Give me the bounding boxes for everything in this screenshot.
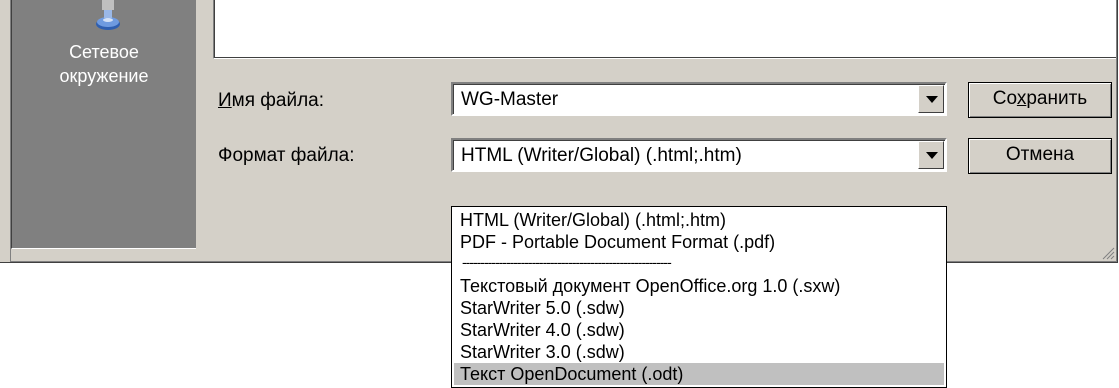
dropdown-item-starwriter4[interactable]: StarWriter 4.0 (.sdw) <box>454 319 944 341</box>
format-combobox[interactable]: HTML (Writer/Global) (.html;.htm) <box>451 138 947 172</box>
network-places-icon <box>88 0 128 34</box>
chevron-down-icon <box>926 96 938 103</box>
dropdown-item-html[interactable]: HTML (Writer/Global) (.html;.htm) <box>454 209 944 231</box>
format-dropdown-button[interactable] <box>918 141 944 169</box>
dropdown-item-pdf[interactable]: PDF - Portable Document Format (.pdf) <box>454 231 944 253</box>
dropdown-item-starwriter3[interactable]: StarWriter 3.0 (.sdw) <box>454 341 944 363</box>
format-label: Формат файла: <box>218 145 355 166</box>
dialog-left-border <box>0 0 11 262</box>
file-list-area[interactable] <box>213 0 1116 59</box>
places-bar: Сетевое окружение <box>11 0 196 249</box>
format-selected-value: HTML (Writer/Global) (.html;.htm) <box>461 145 742 166</box>
chevron-down-icon <box>926 152 938 159</box>
filename-label: Имя файла: <box>218 90 325 111</box>
filename-combobox[interactable]: WG-Master <box>451 82 947 116</box>
resize-grip-icon[interactable] <box>1101 246 1115 260</box>
dropdown-item-odt[interactable]: Текст OpenDocument (.odt) <box>454 363 944 385</box>
dropdown-item-starwriter5[interactable]: StarWriter 5.0 (.sdw) <box>454 297 944 319</box>
save-button[interactable]: Сохранить <box>968 82 1112 118</box>
places-item-network[interactable]: Сетевое окружение <box>12 0 196 120</box>
format-dropdown-list[interactable]: HTML (Writer/Global) (.html;.htm) PDF - … <box>451 206 947 388</box>
filename-input[interactable]: WG-Master <box>461 88 558 112</box>
places-item-label: Сетевое окружение <box>59 42 149 86</box>
separator-text: ----------------------------------------… <box>462 254 672 270</box>
filename-dropdown-button[interactable] <box>918 85 944 113</box>
dropdown-item-sxw[interactable]: Текстовый документ OpenOffice.org 1.0 (.… <box>454 275 944 297</box>
dropdown-separator: ----------------------------------------… <box>454 253 944 275</box>
cancel-button[interactable]: Отмена <box>968 138 1112 174</box>
